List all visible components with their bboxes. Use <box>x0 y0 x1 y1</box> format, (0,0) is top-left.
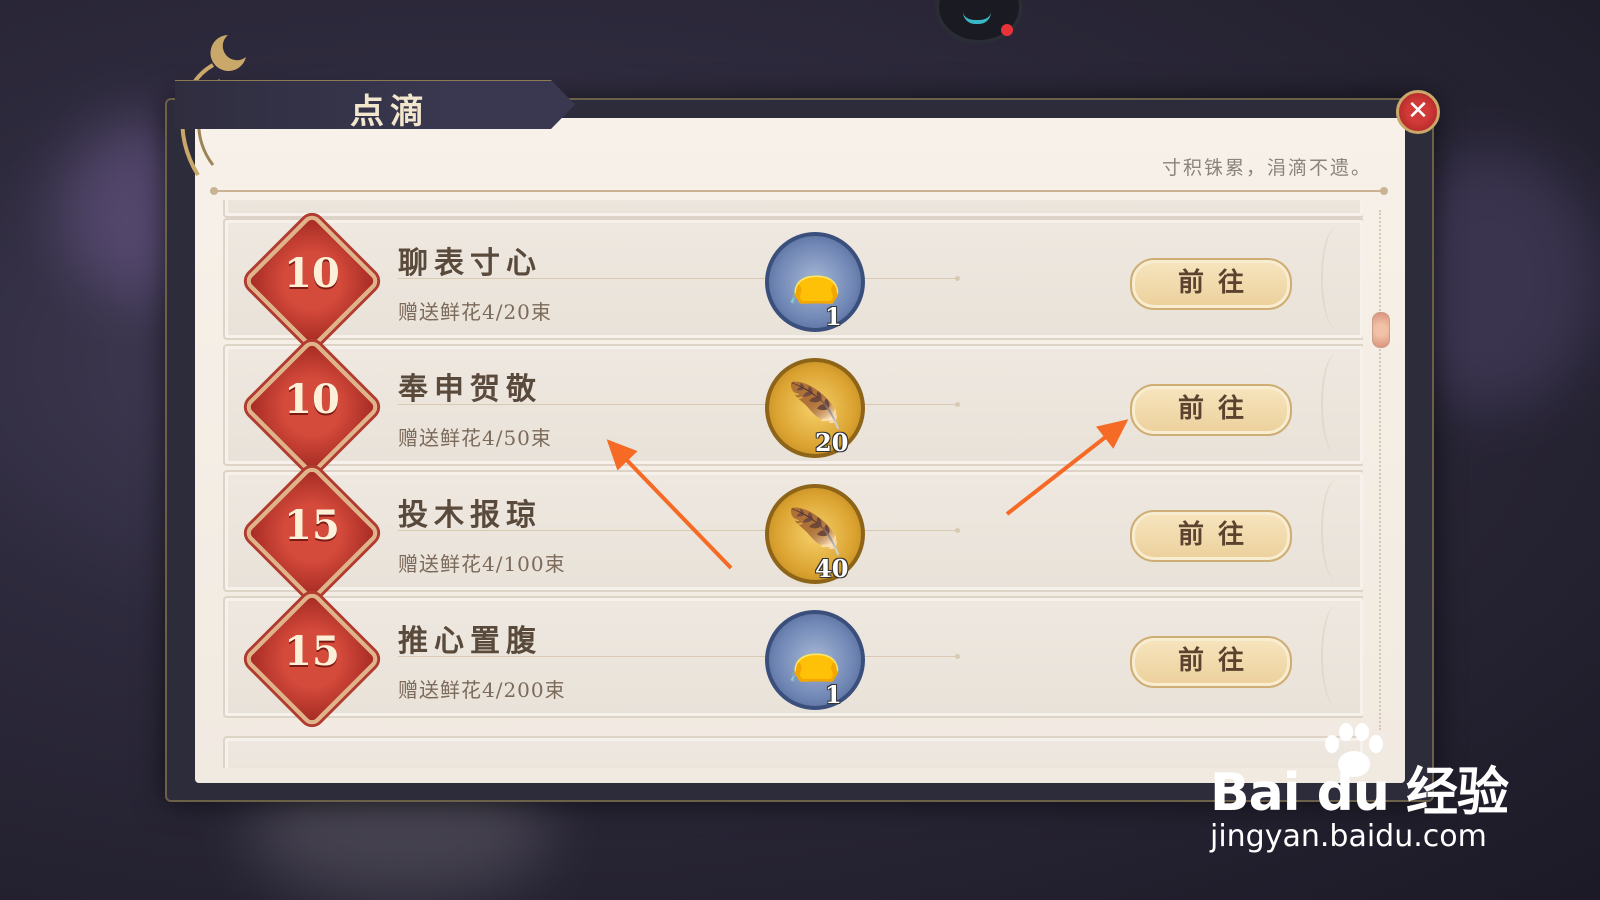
header-divider <box>210 187 1388 195</box>
close-button[interactable]: ✕ <box>1396 90 1440 134</box>
item-title: 投木报琼 <box>398 498 542 533</box>
reward-count: 40 <box>815 554 849 583</box>
level-badge-number: 10 <box>284 250 340 297</box>
go-button[interactable]: 前往 <box>1130 510 1292 562</box>
list-item: 10 聊表寸心 赠送鲜花4/20束 👝 1 前往 <box>223 211 1363 351</box>
row-ornament <box>1321 480 1351 580</box>
item-divider <box>398 654 960 659</box>
list-item-partial <box>223 200 1363 218</box>
row-ornament <box>1321 228 1351 328</box>
status-orb-icon <box>935 0 1023 44</box>
list-item: 15 投木报琼 赠送鲜花4/100束 🪶 40 前往 <box>223 463 1363 603</box>
row-ornament <box>1321 606 1351 706</box>
scrollbar-thumb[interactable] <box>1372 312 1390 348</box>
item-title: 奉申贺敬 <box>398 372 542 407</box>
item-divider <box>398 528 960 533</box>
reward-count: 20 <box>815 428 849 457</box>
level-badge-number: 15 <box>284 628 340 675</box>
item-title: 推心置腹 <box>398 624 542 659</box>
watermark-url: jingyan.baidu.com <box>1210 819 1487 854</box>
watermark-brand: Bai du 经验 <box>1210 763 1509 823</box>
flower-bag-icon[interactable]: 👝 <box>765 232 865 332</box>
item-title: 聊表寸心 <box>398 246 542 281</box>
item-progress: 赠送鲜花4/20束 <box>398 300 552 324</box>
dialog-title: 点滴 <box>350 92 430 132</box>
level-badge-number: 10 <box>284 376 340 423</box>
flower-bag-icon[interactable]: 👝 <box>765 610 865 710</box>
item-divider <box>398 276 960 281</box>
level-badge-number: 15 <box>284 502 340 549</box>
reward-count: 1 <box>825 302 842 331</box>
item-progress: 赠送鲜花4/100束 <box>398 552 566 576</box>
row-ornament <box>1321 354 1351 454</box>
baidu-watermark: Bai du 经验 jingyan.baidu.com <box>1210 750 1509 854</box>
list-item: 15 推心置腹 赠送鲜花4/200束 👝 1 前往 <box>223 589 1363 729</box>
go-button[interactable]: 前往 <box>1130 636 1292 688</box>
item-progress: 赠送鲜花4/50束 <box>398 426 552 450</box>
go-button[interactable]: 前往 <box>1130 258 1292 310</box>
scrollbar-track[interactable] <box>1379 210 1383 730</box>
item-progress: 赠送鲜花4/200束 <box>398 678 566 702</box>
item-divider <box>398 402 960 407</box>
list-item-partial <box>223 736 1363 768</box>
dialog-motto: 寸积铢累，涓滴不遗。 <box>1161 157 1372 179</box>
task-list: 10 聊表寸心 赠送鲜花4/20束 👝 1 前往 10 奉申贺敬 赠送鲜花4/5… <box>223 200 1363 768</box>
go-button[interactable]: 前往 <box>1130 384 1292 436</box>
list-item: 10 奉申贺敬 赠送鲜花4/50束 🪶 20 前往 <box>223 337 1363 477</box>
reward-count: 1 <box>825 680 842 709</box>
